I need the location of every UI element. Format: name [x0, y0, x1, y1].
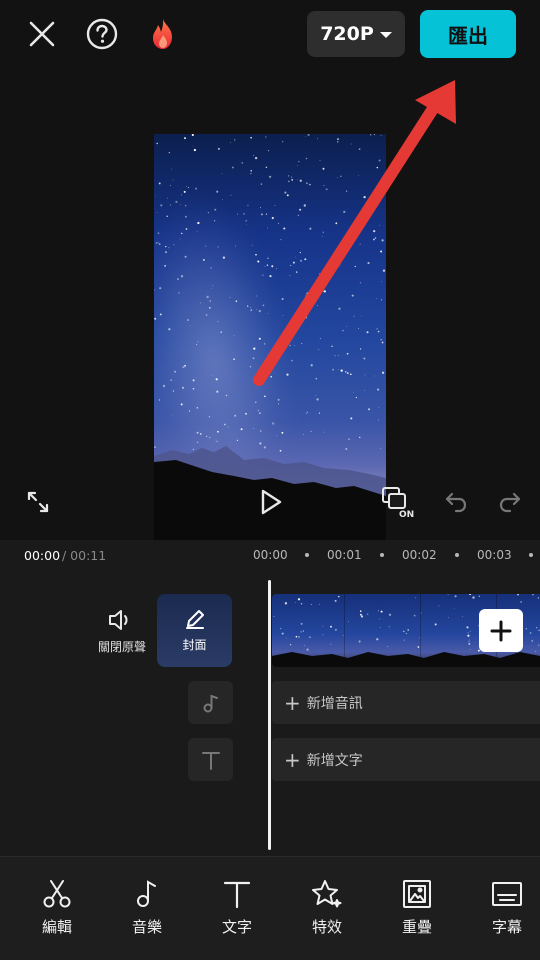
- scissors-icon: [43, 880, 71, 908]
- subtitle-toggle-icon[interactable]: ON: [380, 482, 416, 522]
- tick-label: 00:01: [327, 548, 362, 562]
- current-time: 00:00: [24, 548, 61, 563]
- tool-label: 字幕: [491, 918, 522, 936]
- add-audio-label: 新增音訊: [306, 695, 363, 712]
- tool-text[interactable]: 文字: [202, 878, 272, 937]
- star-effects-icon: [312, 880, 342, 908]
- tick-dot: [529, 553, 533, 557]
- music-note-icon: [137, 880, 156, 907]
- tool-label: 編輯: [41, 918, 72, 936]
- tick-label: 00:02: [402, 548, 437, 562]
- speaker-icon: [109, 610, 128, 630]
- tool-label: 音樂: [131, 918, 162, 936]
- svg-text:ON: ON: [399, 510, 414, 518]
- overlay-icon: [403, 880, 431, 908]
- mute-original-button[interactable]: [92, 608, 148, 636]
- tool-edit[interactable]: 編輯: [22, 878, 92, 937]
- tool-overlay[interactable]: 重疊: [382, 878, 452, 937]
- tool-label: 重疊: [401, 918, 432, 936]
- redo-icon[interactable]: [497, 482, 523, 522]
- tick-label: 00:03: [477, 548, 512, 562]
- tick-label: 00:00: [253, 548, 288, 562]
- pencil-icon: [185, 610, 204, 629]
- tick-dot: [305, 553, 309, 557]
- annotation-arrow: [253, 80, 456, 386]
- music-track-icon[interactable]: [188, 681, 233, 724]
- text-icon: [223, 881, 251, 909]
- tool-subtitles[interactable]: 字幕: [472, 878, 540, 937]
- tool-effects[interactable]: 特效: [292, 878, 362, 937]
- tool-label: 文字: [221, 918, 252, 936]
- add-clip-button[interactable]: [479, 609, 523, 652]
- text-track-icon[interactable]: [188, 738, 233, 781]
- plus-icon: +: [284, 747, 301, 772]
- plus-icon: +: [284, 690, 301, 715]
- add-audio-lane[interactable]: + 新增音訊: [272, 681, 540, 724]
- add-text-lane[interactable]: + 新增文字: [272, 738, 540, 781]
- fullscreen-icon[interactable]: [24, 482, 52, 522]
- add-text-label: 新增文字: [306, 752, 363, 769]
- tool-music[interactable]: 音樂: [112, 878, 182, 937]
- tick-dot: [455, 553, 459, 557]
- subtitles-icon: [492, 882, 522, 906]
- play-icon[interactable]: [256, 482, 286, 522]
- undo-icon[interactable]: [443, 482, 469, 522]
- plus-icon: [490, 620, 512, 641]
- mute-original-label: 關閉原聲: [97, 640, 146, 654]
- tick-dot: [380, 553, 384, 557]
- cover-label: 封面: [182, 638, 207, 652]
- tool-label: 特效: [311, 918, 342, 936]
- cover-button[interactable]: 封面: [157, 594, 232, 667]
- total-time: / 00:11: [62, 548, 107, 563]
- playhead[interactable]: [268, 580, 271, 850]
